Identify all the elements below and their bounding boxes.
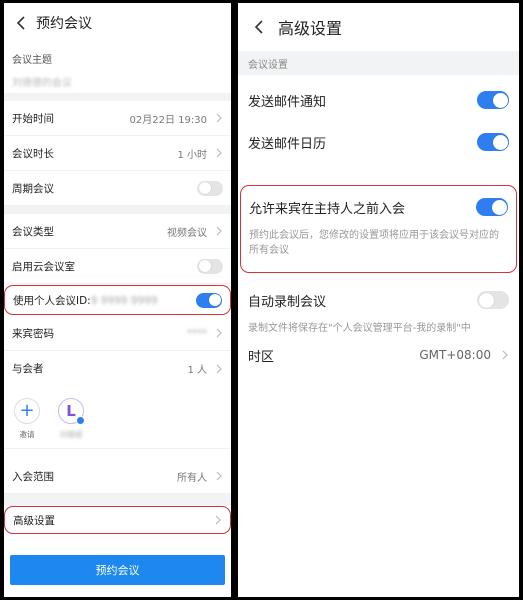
auto-record-desc: 录制文件将保存在"个人会议管理平台-我的录制"中 bbox=[248, 323, 471, 334]
participants-value: 1 人 bbox=[187, 365, 207, 376]
join-scope-row[interactable]: 入会范围 所有人 bbox=[4, 459, 231, 494]
email-calendar-row: 发送邮件日历 bbox=[238, 121, 519, 163]
guest-password-row[interactable]: 来宾密码 **** bbox=[4, 316, 231, 351]
email-notify-row: 发送邮件通知 bbox=[238, 79, 519, 121]
chevron-right-icon bbox=[214, 515, 222, 525]
personal-id-toggle[interactable] bbox=[196, 292, 222, 308]
cloud-room-row: 启用云会议室 bbox=[4, 249, 231, 284]
section-header: 会议设置 bbox=[238, 51, 519, 75]
chevron-right-icon bbox=[215, 364, 223, 374]
advanced-settings-label: 高级设置 bbox=[13, 514, 55, 527]
join-scope-value: 所有人 bbox=[177, 472, 207, 484]
advanced-settings-screen: 高级设置 会议设置 发送邮件通知 发送邮件日历 允许来宾在主持人之前入会 预约此… bbox=[238, 3, 519, 597]
join-before-host-block: 允许来宾在主持人之前入会 预约此会议后，您修改的设置项将应用于该会议号对应的所有… bbox=[240, 185, 517, 273]
meeting-type-row[interactable]: 会议类型 视频会议 bbox=[4, 214, 231, 249]
back-arrow-icon[interactable] bbox=[248, 16, 270, 38]
attendee-name: 刘德德 bbox=[59, 430, 83, 439]
section-gap bbox=[4, 494, 231, 506]
email-calendar-toggle[interactable] bbox=[477, 133, 509, 151]
timezone-label: 时区 bbox=[248, 349, 275, 365]
attendee-list: + 邀请 L 刘德德 bbox=[4, 386, 231, 449]
advanced-settings-row[interactable]: 高级设置 bbox=[4, 506, 231, 534]
recurring-toggle[interactable] bbox=[197, 180, 223, 196]
cloud-room-label: 启用云会议室 bbox=[12, 260, 75, 273]
personal-id-label: 使用个人会议ID:9 9999 9999 bbox=[13, 294, 158, 307]
avatar: L bbox=[58, 398, 85, 425]
schedule-meeting-screen: 预约会议 会议主题 刘德德的会议 开始时间 02月22日 19:30 会议时长 … bbox=[4, 3, 231, 597]
subject-input[interactable]: 刘德德的会议 bbox=[12, 74, 223, 89]
cloud-room-toggle[interactable] bbox=[197, 258, 223, 274]
participants-row[interactable]: 与会者 1 人 bbox=[4, 351, 231, 386]
meeting-type-value: 视频会议 bbox=[167, 227, 207, 239]
start-time-label: 开始时间 bbox=[12, 112, 54, 125]
back-arrow-icon[interactable] bbox=[10, 12, 32, 34]
personal-id-value: 9 9999 9999 bbox=[90, 294, 158, 307]
meeting-type-label: 会议类型 bbox=[12, 225, 54, 238]
timezone-value: GMT+08:00 bbox=[419, 348, 491, 362]
email-notify-label: 发送邮件通知 bbox=[248, 94, 327, 110]
join-before-host-row: 允许来宾在主持人之前入会 bbox=[241, 186, 516, 228]
guest-password-label: 来宾密码 bbox=[12, 327, 54, 340]
email-calendar-label: 发送邮件日历 bbox=[248, 136, 327, 152]
invite-label: 邀请 bbox=[19, 430, 35, 439]
recurring-row: 周期会议 bbox=[4, 171, 231, 206]
duration-value: 1 小时 bbox=[177, 149, 207, 161]
start-time-row[interactable]: 开始时间 02月22日 19:30 bbox=[4, 101, 231, 136]
participants-label: 与会者 bbox=[12, 363, 44, 375]
host-badge-icon bbox=[76, 416, 85, 425]
section-gap bbox=[4, 206, 231, 214]
chevron-right-icon bbox=[215, 328, 223, 338]
auto-record-toggle[interactable] bbox=[477, 291, 509, 309]
meeting-subject[interactable]: 会议主题 刘德德的会议 bbox=[4, 43, 231, 93]
recurring-label: 周期会议 bbox=[12, 182, 54, 195]
join-before-host-toggle[interactable] bbox=[476, 198, 508, 216]
email-notify-toggle[interactable] bbox=[477, 91, 509, 109]
chevron-right-icon bbox=[215, 471, 223, 481]
duration-label: 会议时长 bbox=[12, 147, 54, 160]
timezone-row[interactable]: 时区 GMT+08:00 bbox=[238, 340, 519, 370]
chevron-right-icon bbox=[501, 350, 509, 360]
invite-attendee[interactable]: + 邀请 bbox=[12, 398, 42, 440]
auto-record-row: 自动录制会议 bbox=[238, 279, 519, 321]
duration-row[interactable]: 会议时长 1 小时 bbox=[4, 136, 231, 171]
chevron-right-icon bbox=[215, 226, 223, 236]
add-icon[interactable]: + bbox=[14, 398, 40, 424]
nav-bar: 预约会议 bbox=[4, 3, 231, 43]
auto-record-label: 自动录制会议 bbox=[248, 294, 327, 310]
chevron-right-icon bbox=[215, 148, 223, 158]
join-scope-label: 入会范围 bbox=[12, 470, 54, 483]
personal-id-row: 使用个人会议ID:9 9999 9999 bbox=[4, 285, 231, 315]
join-before-host-desc: 预约此会议后，您修改的设置项将应用于该会议号对应的所有会议 bbox=[249, 230, 499, 256]
page-title: 高级设置 bbox=[278, 19, 343, 38]
guest-password-value: **** bbox=[187, 327, 207, 339]
subject-label: 会议主题 bbox=[12, 55, 52, 66]
nav-bar: 高级设置 bbox=[238, 3, 519, 51]
attendee-item[interactable]: L 刘德德 bbox=[56, 398, 86, 440]
join-before-host-label: 允许来宾在主持人之前入会 bbox=[249, 201, 406, 217]
schedule-meeting-button[interactable]: 预约会议 bbox=[10, 555, 225, 585]
chevron-right-icon bbox=[215, 113, 223, 123]
page-title: 预约会议 bbox=[36, 16, 92, 32]
section-gap bbox=[4, 93, 231, 101]
start-time-value: 02月22日 19:30 bbox=[129, 114, 207, 126]
